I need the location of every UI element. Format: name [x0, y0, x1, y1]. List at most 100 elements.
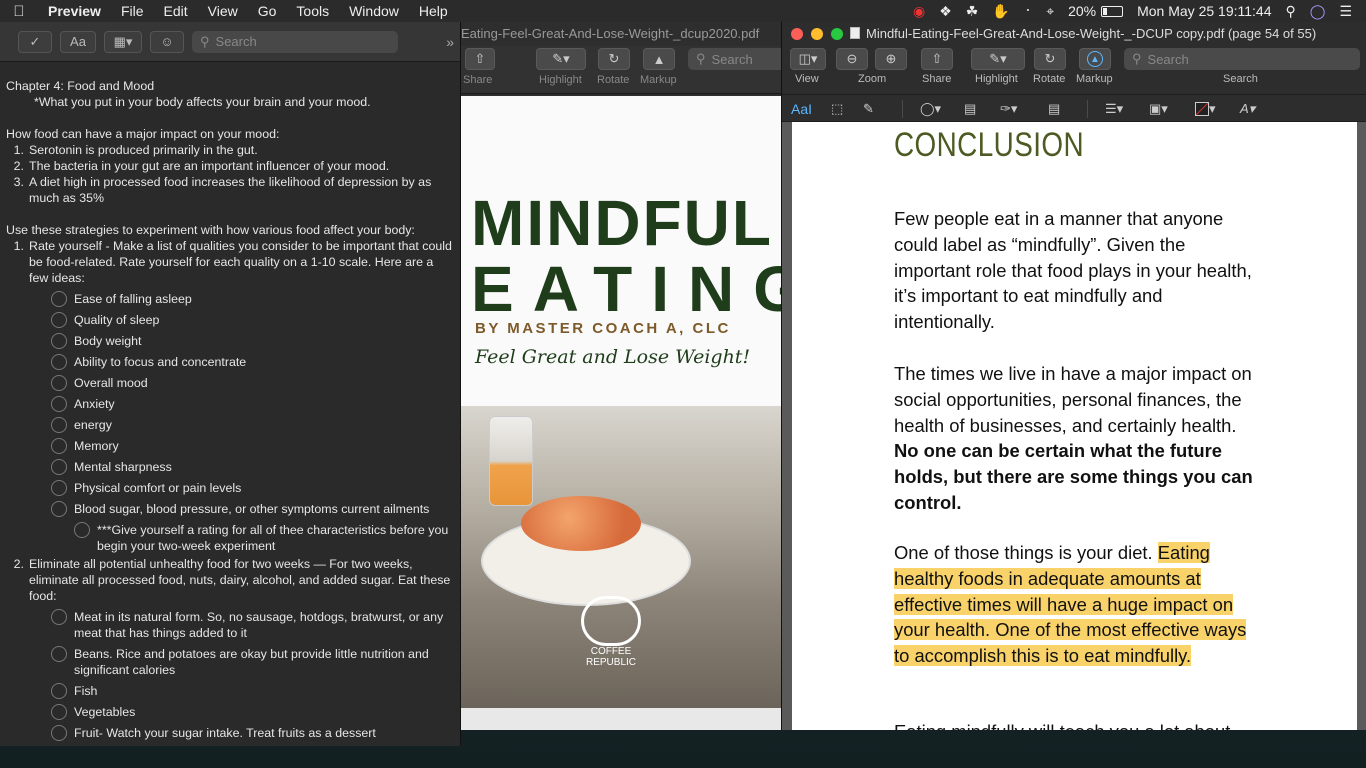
- pdf-window-cover[interactable]: Eating-Feel-Great-And-Lose-Weight-_dcup2…: [461, 22, 783, 730]
- spotlight-search-icon[interactable]: ⚲: [1286, 3, 1296, 20]
- checklist-item-text: Ease of falling asleep: [74, 292, 192, 306]
- siri-icon[interactable]: ◯: [1310, 3, 1326, 20]
- checklist-button[interactable]: ✓: [18, 30, 52, 53]
- sketch-icon[interactable]: ✎: [863, 100, 874, 118]
- page-heading: CONCLUSION: [894, 126, 1084, 164]
- checkbox[interactable]: [51, 459, 67, 475]
- title-bar[interactable]: Mindful-Eating-Feel-Great-And-Lose-Weigh…: [782, 22, 1366, 46]
- checkmark-icon: ✓: [29, 33, 41, 49]
- checkbox[interactable]: [51, 725, 67, 741]
- share-collaborate-button[interactable]: ☺: [150, 30, 184, 53]
- checkbox[interactable]: [51, 312, 67, 328]
- clock[interactable]: Mon May 25 19:11:44: [1137, 3, 1271, 19]
- checklist-item: Mental sharpness: [6, 459, 454, 475]
- text-format-icon: Aa: [70, 34, 86, 49]
- checkbox[interactable]: [51, 396, 67, 412]
- menu-help[interactable]: Help: [409, 3, 458, 19]
- shape-style-icon[interactable]: ☰▾: [1105, 100, 1123, 118]
- sidebar-icon: ◫▾: [798, 51, 818, 66]
- toolbar: ⇧ Share ✎▾ Highlight ↻ Rotate ▲ Markup ⚲…: [461, 46, 783, 94]
- search-icon: ⚲: [200, 33, 210, 49]
- border-color-icon[interactable]: ▣▾: [1149, 100, 1168, 118]
- checklist-item-text: Ability to focus and concentrate: [74, 355, 247, 369]
- checklist-item: Physical comfort or pain levels: [6, 480, 454, 496]
- sign-icon[interactable]: ✑▾: [1000, 100, 1017, 118]
- list-item: 1. Rate yourself - Make a list of qualiti…: [13, 239, 452, 285]
- checklist-item-text: Blood sugar, blood pressure, or other sy…: [74, 502, 430, 516]
- highlight-button[interactable]: ✎▾: [536, 48, 586, 70]
- zoom-out-button[interactable]: ⊖: [836, 48, 868, 70]
- chevron-right-icon[interactable]: »: [446, 34, 460, 50]
- format-button[interactable]: Aa: [60, 30, 96, 53]
- notes-search-field[interactable]: ⚲ Search: [192, 30, 398, 53]
- rotate-label: Rotate: [597, 74, 630, 86]
- checkbox[interactable]: [74, 522, 90, 538]
- checkbox[interactable]: [51, 609, 67, 625]
- text-style-icon[interactable]: A▾: [1240, 100, 1255, 118]
- pdf-window-main[interactable]: Mindful-Eating-Feel-Great-And-Lose-Weigh…: [781, 22, 1366, 730]
- menu-window[interactable]: Window: [339, 3, 409, 19]
- checklist-item: Quality of sleep: [6, 312, 454, 328]
- rotate-button[interactable]: ↻: [1034, 48, 1066, 70]
- people-icon: ☺: [160, 34, 174, 49]
- zoom-in-button[interactable]: ⊕: [875, 48, 907, 70]
- checkbox[interactable]: [51, 501, 67, 517]
- checkbox[interactable]: [51, 683, 67, 699]
- skype-icon[interactable]: ◉: [913, 3, 925, 20]
- markup-icon: ▲: [1087, 51, 1103, 67]
- checkbox[interactable]: [51, 704, 67, 720]
- checkbox[interactable]: [51, 480, 67, 496]
- note-icon[interactable]: ▤: [1048, 100, 1060, 118]
- markup-button[interactable]: ▲: [643, 48, 675, 70]
- zoom-window-button[interactable]: [831, 28, 843, 40]
- close-button[interactable]: [791, 28, 803, 40]
- rotate-button[interactable]: ↻: [598, 48, 630, 70]
- checkbox[interactable]: [51, 333, 67, 349]
- minimize-button[interactable]: [811, 28, 823, 40]
- share-button[interactable]: ⇧: [465, 48, 495, 70]
- chapter-subtitle: *What you put in your body affects your …: [34, 95, 371, 109]
- bluetooth-icon[interactable]: ᛫: [1024, 3, 1032, 19]
- menu-view[interactable]: View: [198, 3, 248, 19]
- menu-go[interactable]: Go: [248, 3, 287, 19]
- wifi-icon[interactable]: ⌖: [1046, 3, 1054, 20]
- notification-center-icon[interactable]: ☰: [1339, 3, 1352, 20]
- markup-toolbar: AaI ⬚ ✎ ◯▾ ▤ ✑▾ ▤ ☰▾ ▣▾ ▾ A▾: [782, 94, 1366, 122]
- highlight-button[interactable]: ✎▾: [971, 48, 1025, 70]
- checklist-item-text: Meat in its natural form. So, no sausage…: [74, 610, 444, 640]
- note-content[interactable]: Chapter 4: Food and Mood *What you put i…: [0, 62, 460, 741]
- checklist-item: Ease of falling asleep: [6, 291, 454, 307]
- text-box-icon[interactable]: ▤: [964, 100, 976, 118]
- checkbox[interactable]: [51, 646, 67, 662]
- markup-button[interactable]: ▲: [1079, 48, 1111, 70]
- menu-app-name[interactable]: Preview: [38, 3, 111, 19]
- shapes-icon[interactable]: ◯▾: [920, 100, 941, 118]
- evernote-icon[interactable]: ☘: [966, 3, 979, 20]
- dropbox-icon[interactable]: ❖: [939, 3, 952, 20]
- hand-icon[interactable]: ✋: [992, 3, 1009, 20]
- menu-edit[interactable]: Edit: [154, 3, 198, 19]
- checkbox[interactable]: [51, 417, 67, 433]
- coffee-republic-logo: COFFEE REPUBLIC: [571, 596, 651, 676]
- apple-menu-icon[interactable]: : [0, 3, 38, 20]
- checkbox[interactable]: [51, 375, 67, 391]
- menu-tools[interactable]: Tools: [286, 3, 339, 19]
- menu-file[interactable]: File: [111, 3, 154, 19]
- view-label: View: [795, 73, 819, 85]
- cover-title-line1: MINDFUL: [471, 187, 773, 259]
- rectangular-selection-icon[interactable]: ⬚: [831, 100, 843, 118]
- document-viewer[interactable]: CONCLUSION Few people eat in a manner th…: [782, 122, 1366, 730]
- checkbox[interactable]: [51, 291, 67, 307]
- view-button[interactable]: ◫▾: [790, 48, 826, 70]
- text-selection-icon[interactable]: AaI: [791, 100, 812, 118]
- list-item: 3. A diet high in processed food increase…: [13, 175, 432, 205]
- checkbox[interactable]: [51, 438, 67, 454]
- checkbox[interactable]: [51, 354, 67, 370]
- page-footer: [461, 708, 783, 730]
- search-field[interactable]: ⚲ Search: [688, 48, 783, 70]
- battery-status[interactable]: 20%: [1068, 3, 1124, 19]
- search-field[interactable]: ⚲ Search: [1124, 48, 1360, 70]
- table-button[interactable]: ▦▾: [104, 30, 142, 53]
- fill-color-icon[interactable]: ▾: [1195, 100, 1216, 118]
- share-button[interactable]: ⇧: [921, 48, 953, 70]
